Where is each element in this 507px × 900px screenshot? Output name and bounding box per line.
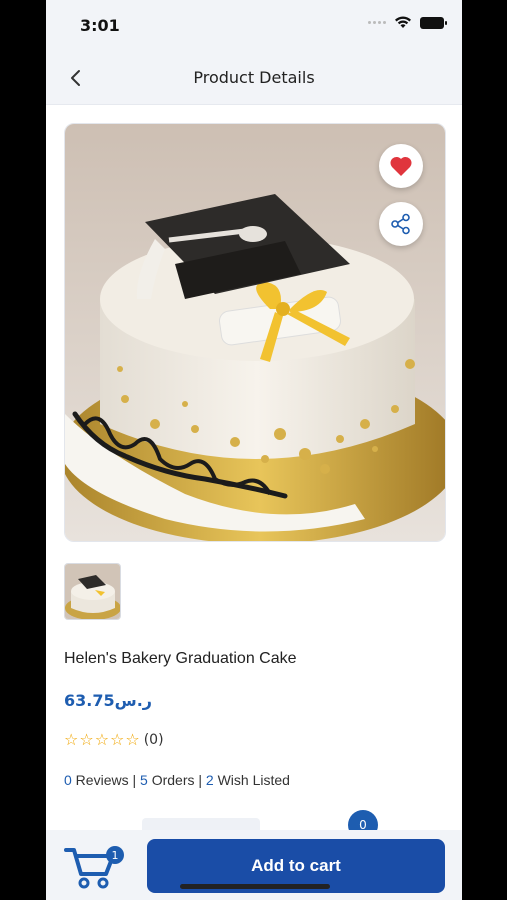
star-outline-icon: ☆ bbox=[79, 730, 94, 749]
bottom-bar: 1 Add to cart bbox=[46, 830, 462, 900]
star-outline-icon: ☆ bbox=[94, 730, 110, 749]
reviews-count[interactable]: 0 bbox=[64, 772, 72, 788]
page-title: Product Details bbox=[193, 68, 315, 87]
star-outline-icon: ☆ bbox=[125, 730, 140, 749]
star-outline-icon: ☆ bbox=[64, 730, 79, 749]
rating-count: (0) bbox=[143, 732, 164, 748]
product-price: 63.75ر.س bbox=[64, 691, 152, 710]
orders-label: Orders | bbox=[147, 772, 206, 788]
wifi-icon bbox=[395, 16, 411, 28]
wishlist-label: Wish Listed bbox=[213, 772, 290, 788]
product-stats: 0 Reviews | 5 Orders | 2 Wish Listed bbox=[64, 772, 290, 788]
favorite-button[interactable] bbox=[379, 144, 423, 188]
signal-icon bbox=[368, 21, 386, 24]
product-image[interactable] bbox=[64, 123, 446, 542]
reviews-label: Reviews | bbox=[71, 772, 141, 788]
cake-thumbnail-image bbox=[65, 564, 120, 619]
nav-bar: Product Details bbox=[46, 54, 462, 105]
star-outline-icon: ☆ bbox=[110, 730, 125, 749]
share-button[interactable] bbox=[379, 202, 423, 246]
status-time: 3:01 bbox=[80, 16, 120, 35]
status-bar: 3:01 bbox=[46, 0, 462, 54]
product-thumbnail[interactable] bbox=[64, 563, 121, 620]
cart-badge: 1 bbox=[106, 846, 124, 864]
orders-count: 5 bbox=[140, 772, 148, 788]
app-screen: 3:01 Product Details Helen's Bakery Grad… bbox=[46, 0, 462, 900]
share-icon bbox=[391, 213, 410, 235]
heart-icon bbox=[390, 156, 412, 176]
rating-row: ☆ ☆ ☆ ☆ ☆ (0) bbox=[64, 730, 164, 749]
product-name: Helen's Bakery Graduation Cake bbox=[64, 650, 297, 667]
cake-illustration bbox=[65, 124, 445, 541]
status-icons bbox=[368, 16, 447, 29]
wishlist-count: 2 bbox=[205, 772, 214, 788]
product-content: Helen's Bakery Graduation Cake 63.75ر.س … bbox=[46, 105, 462, 840]
home-indicator bbox=[180, 884, 330, 889]
battery-icon bbox=[420, 16, 447, 29]
